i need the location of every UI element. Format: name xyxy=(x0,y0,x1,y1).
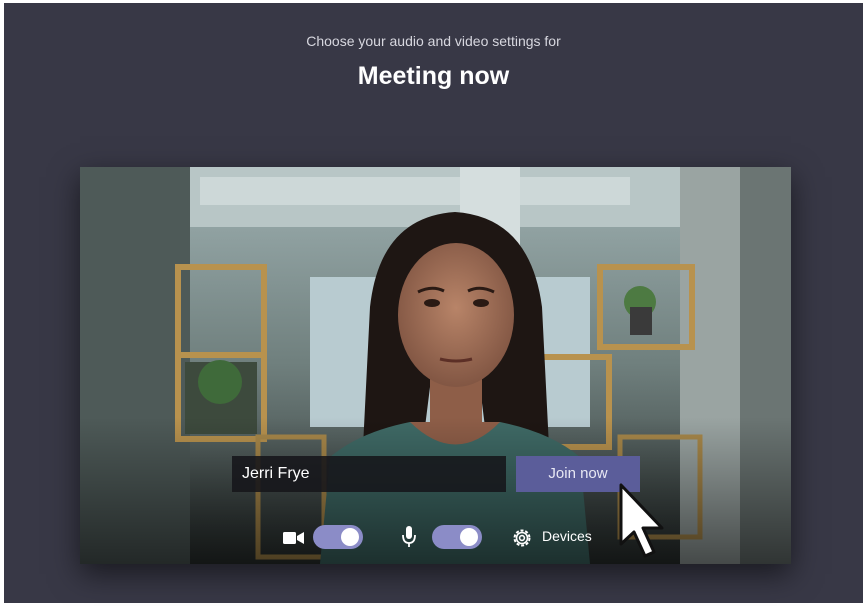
settings-prompt: Choose your audio and video settings for xyxy=(306,33,561,49)
meeting-title: Meeting now xyxy=(357,62,510,90)
microphone-toggle-knob xyxy=(460,528,478,546)
camera-feed-image xyxy=(80,167,791,564)
devices-label: Devices xyxy=(542,528,592,544)
camera-toggle-knob xyxy=(341,528,359,546)
gear-icon xyxy=(510,526,534,555)
video-camera-icon xyxy=(283,531,305,550)
meeting-prejoin-screen: Choose your audio and video settings for… xyxy=(0,0,867,606)
display-name-field[interactable]: Jerri Frye xyxy=(232,456,506,492)
camera-preview xyxy=(80,167,791,564)
microphone-toggle[interactable] xyxy=(432,525,482,549)
camera-toggle[interactable] xyxy=(313,525,363,549)
microphone-icon xyxy=(402,526,416,553)
mouse-cursor-icon xyxy=(618,482,668,567)
